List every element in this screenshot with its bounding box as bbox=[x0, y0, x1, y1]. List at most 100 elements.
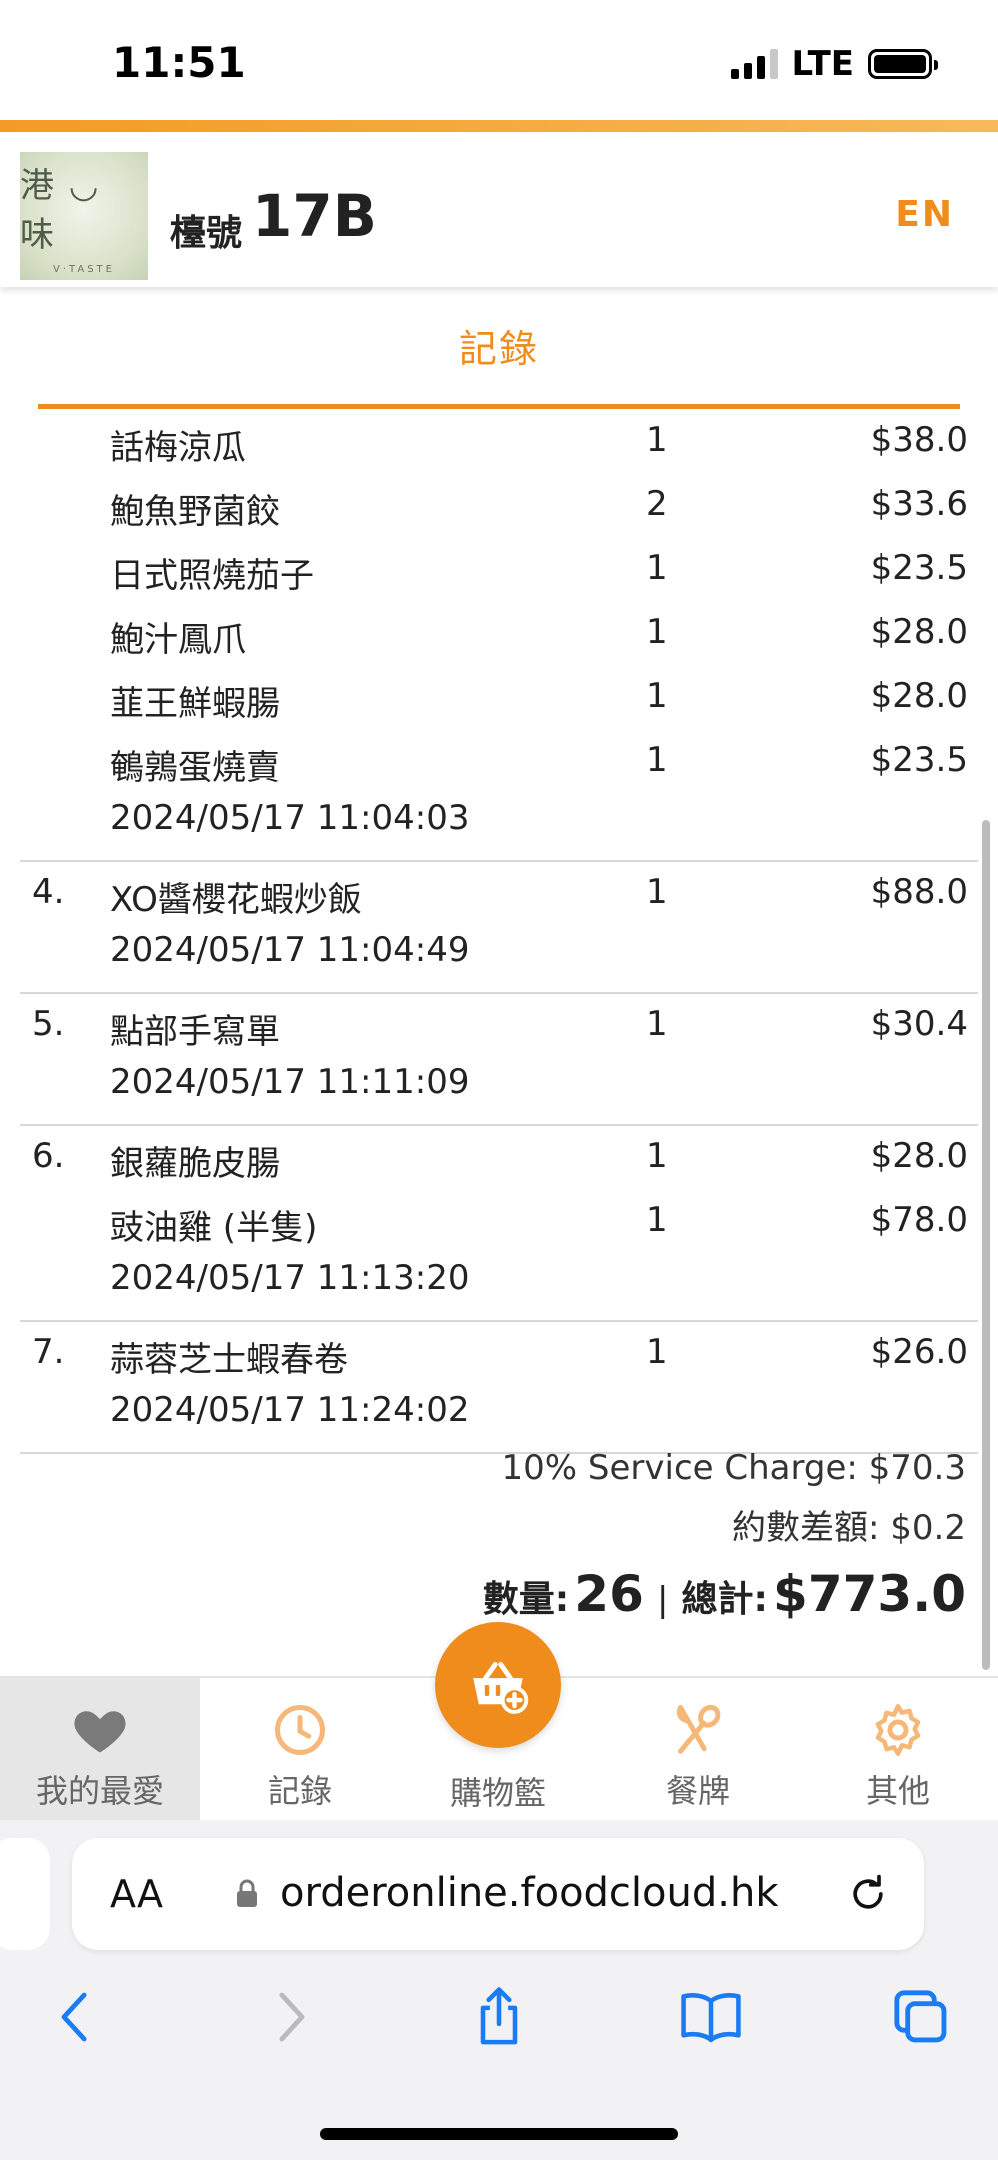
fork-spoon-icon bbox=[676, 1704, 721, 1754]
home-indicator bbox=[320, 2128, 678, 2140]
table-number: 17B bbox=[252, 182, 377, 250]
totals-line: 數量: 26 | 總計: $773.0 bbox=[483, 1565, 966, 1623]
order-summary: 10% Service Charge: $70.3 約數差額: $0.2 數量:… bbox=[483, 1448, 966, 1623]
order-item-row: 韮王鮮蝦腸 1 $28.0 bbox=[20, 666, 978, 730]
heart-icon bbox=[74, 1711, 126, 1753]
item-name: 點部手寫單 bbox=[110, 1012, 280, 1052]
total-label: 總計: bbox=[681, 1579, 768, 1620]
share-button[interactable] bbox=[464, 1982, 534, 2052]
order-group: 話梅涼瓜 1 $38.0 鮑魚野菌餃 2 $33.6 日式照燒茄子 1 $23.… bbox=[20, 410, 978, 862]
tab-other[interactable]: 其他 bbox=[798, 1678, 998, 1822]
item-price: $28.0 bbox=[870, 1136, 968, 1176]
page-title: 記錄 bbox=[458, 327, 539, 371]
chevron-right-icon bbox=[279, 1992, 305, 2042]
service-charge: 10% Service Charge: $70.3 bbox=[501, 1448, 966, 1488]
order-item-row: 鵪鶉蛋燒賣 1 $23.5 bbox=[20, 730, 978, 794]
order-item-row: 豉油雞 (半隻) 1 $78.0 bbox=[20, 1190, 978, 1254]
share-icon bbox=[480, 1987, 518, 2045]
url-text[interactable]: orderonline.foodcloud.hk bbox=[280, 1870, 778, 1916]
scrollbar[interactable] bbox=[982, 820, 990, 1670]
table-label: 檯號 bbox=[170, 213, 243, 254]
order-item-row: 7. 蒜蓉芝士蝦春卷 1 $26.0 bbox=[20, 1322, 978, 1386]
text-size-button[interactable]: AA bbox=[110, 1872, 163, 1916]
tab-favorites[interactable]: 我的最愛 bbox=[0, 1678, 200, 1822]
address-bar[interactable]: AA orderonline.foodcloud.hk bbox=[72, 1838, 924, 1950]
order-timestamp: 2024/05/17 11:11:09 bbox=[110, 1062, 470, 1102]
order-number: 4. bbox=[32, 872, 65, 912]
order-item-row: 4. XO醬櫻花蝦炒飯 1 $88.0 bbox=[20, 862, 978, 926]
rounding-difference: 約數差額: $0.2 bbox=[732, 1508, 966, 1548]
status-time: 11:51 bbox=[112, 38, 246, 87]
signal-icon bbox=[730, 49, 778, 79]
forward-button[interactable] bbox=[256, 1982, 326, 2052]
quantity-value: 26 bbox=[574, 1565, 644, 1623]
item-quantity: 1 bbox=[646, 740, 668, 780]
item-price: $23.5 bbox=[870, 740, 968, 780]
item-quantity: 1 bbox=[646, 1136, 668, 1176]
lock-icon bbox=[237, 1879, 257, 1907]
item-price: $28.0 bbox=[870, 612, 968, 652]
cart-button[interactable] bbox=[435, 1622, 561, 1748]
language-toggle-button[interactable]: EN bbox=[895, 194, 954, 235]
basket-add-icon bbox=[473, 1661, 529, 1714]
order-group: 6. 銀蘿脆皮腸 1 $28.0 豉油雞 (半隻) 1 $78.0 2024/0… bbox=[20, 1126, 978, 1322]
order-group: 7. 蒜蓉芝士蝦春卷 1 $26.0 2024/05/17 11:24:02 bbox=[20, 1322, 978, 1454]
item-price: $88.0 bbox=[870, 872, 968, 912]
previous-tab-preview[interactable] bbox=[0, 1838, 50, 1950]
order-item-row: 6. 銀蘿脆皮腸 1 $28.0 bbox=[20, 1126, 978, 1190]
item-name: 鵪鶉蛋燒賣 bbox=[110, 748, 280, 788]
order-timestamp: 2024/05/17 11:04:49 bbox=[110, 930, 470, 970]
browser-chrome: AA orderonline.foodcloud.hk bbox=[0, 1820, 998, 2160]
item-price: $38.0 bbox=[870, 420, 968, 460]
order-item-row: 5. 點部手寫單 1 $30.4 bbox=[20, 994, 978, 1058]
tab-label: 購物籃 bbox=[449, 1774, 546, 1812]
order-group: 4. XO醬櫻花蝦炒飯 1 $88.0 2024/05/17 11:04:49 bbox=[20, 862, 978, 994]
item-name: 蒜蓉芝士蝦春卷 bbox=[110, 1340, 348, 1380]
restaurant-logo: 港 ◡ 味 V·TASTE bbox=[20, 152, 148, 280]
tab-history[interactable]: 記錄 bbox=[200, 1678, 400, 1822]
item-quantity: 1 bbox=[646, 872, 668, 912]
accent-strip bbox=[0, 120, 998, 132]
order-item-row: 話梅涼瓜 1 $38.0 bbox=[20, 410, 978, 474]
order-item-row: 鮑汁鳳爪 1 $28.0 bbox=[20, 602, 978, 666]
item-price: $78.0 bbox=[870, 1200, 968, 1240]
order-timestamp: 2024/05/17 11:24:02 bbox=[110, 1390, 470, 1430]
status-indicators: LTE bbox=[730, 44, 938, 84]
reload-icon[interactable] bbox=[846, 1872, 890, 1916]
book-icon bbox=[681, 1993, 741, 2043]
item-quantity: 1 bbox=[646, 420, 668, 460]
item-name: 韮王鮮蝦腸 bbox=[110, 684, 280, 724]
item-name: 銀蘿脆皮腸 bbox=[110, 1144, 280, 1184]
tab-label: 我的最愛 bbox=[35, 1772, 164, 1810]
order-item-row: 鮑魚野菌餃 2 $33.6 bbox=[20, 474, 978, 538]
gear-icon bbox=[875, 1704, 921, 1756]
item-quantity: 1 bbox=[646, 548, 668, 588]
item-name: XO醬櫻花蝦炒飯 bbox=[110, 880, 362, 920]
item-price: $30.4 bbox=[870, 1004, 968, 1044]
item-name: 日式照燒茄子 bbox=[110, 556, 314, 596]
battery-icon bbox=[868, 49, 938, 79]
item-quantity: 1 bbox=[646, 1200, 668, 1240]
tab-label: 其他 bbox=[865, 1772, 930, 1810]
logo-subtext: V·TASTE bbox=[53, 263, 115, 275]
order-timestamp: 2024/05/17 11:04:03 bbox=[110, 798, 470, 838]
back-button[interactable] bbox=[40, 1982, 110, 2052]
total-value: $773.0 bbox=[773, 1565, 966, 1623]
order-item-row: 日式照燒茄子 1 $23.5 bbox=[20, 538, 978, 602]
order-timestamp: 2024/05/17 11:13:20 bbox=[110, 1258, 470, 1298]
item-name: 話梅涼瓜 bbox=[110, 428, 246, 468]
tabs-button[interactable] bbox=[886, 1982, 956, 2052]
item-name: 鮑汁鳳爪 bbox=[110, 620, 246, 660]
item-quantity: 1 bbox=[646, 612, 668, 652]
status-bar: 11:51 LTE bbox=[0, 0, 998, 120]
bookmarks-button[interactable] bbox=[676, 1982, 746, 2052]
item-name: 豉油雞 (半隻) bbox=[110, 1208, 318, 1248]
totals-separator: | bbox=[656, 1580, 669, 1620]
order-group: 5. 點部手寫單 1 $30.4 2024/05/17 11:11:09 bbox=[20, 994, 978, 1126]
tab-menu[interactable]: 餐牌 bbox=[598, 1678, 798, 1822]
item-quantity: 1 bbox=[646, 1332, 668, 1372]
item-price: $33.6 bbox=[870, 484, 968, 524]
item-price: $26.0 bbox=[870, 1332, 968, 1372]
order-number: 7. bbox=[32, 1332, 65, 1372]
network-label: LTE bbox=[791, 44, 854, 84]
